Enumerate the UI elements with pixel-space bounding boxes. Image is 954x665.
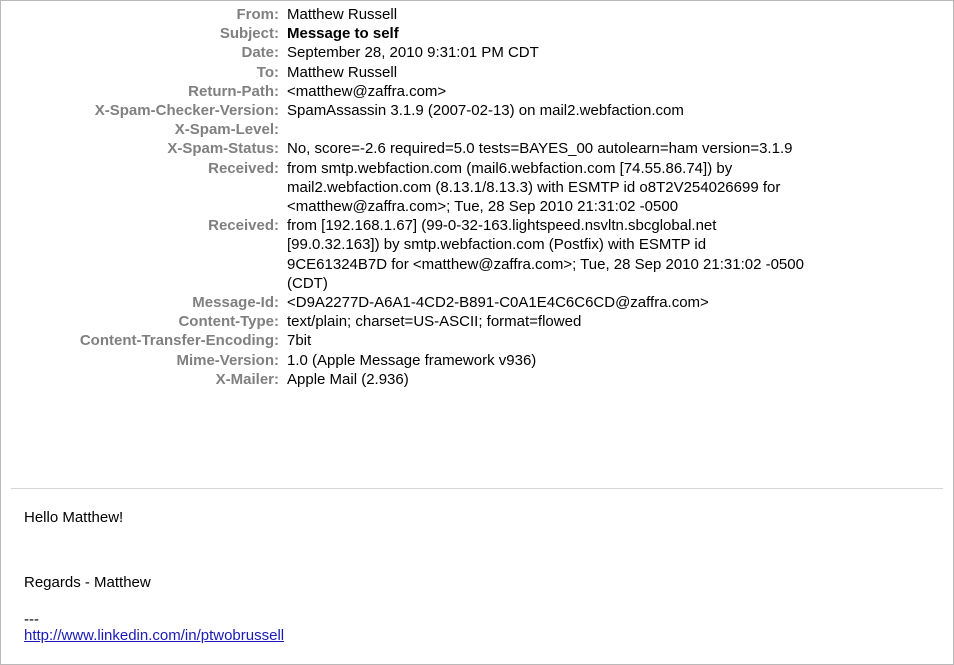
header-label: Received: — [208, 217, 279, 235]
email-headers: From: Matthew Russell Subject: Message t… — [1, 5, 953, 389]
header-label: To: — [256, 63, 279, 81]
header-value: Apple Mail (2.936) — [287, 370, 409, 388]
header-value: text/plain; charset=US-ASCII; format=flo… — [287, 313, 582, 331]
header-label: Subject: — [219, 25, 279, 43]
header-label: Mime-Version: — [176, 351, 279, 369]
body-greeting: Hello Matthew! — [24, 509, 124, 526]
header-value: No, score=-2.6 required=5.0 tests=BAYES_… — [287, 140, 793, 158]
header-value: <matthew@zaffra.com> — [287, 82, 447, 100]
header-row-return-path: Return-Path: <matthew@zaffra.com> — [1, 82, 953, 101]
header-row-x-spam-status: X-Spam-Status: No, score=-2.6 required=5… — [1, 139, 953, 158]
header-row-date: Date: September 28, 2010 9:31:01 PM CDT — [1, 43, 953, 62]
recipient-name[interactable]: Matthew Russell — [279, 63, 937, 82]
header-label: X-Spam-Level: — [174, 121, 279, 139]
header-value: from smtp.webfaction.com (mail6.webfacti… — [287, 159, 781, 216]
header-row-x-spam-level: X-Spam-Level: — [1, 120, 953, 139]
header-row-received: Received: from [192.168.1.67] (99-0-32-1… — [1, 216, 953, 293]
header-value: 7bit — [287, 332, 312, 350]
header-value: SpamAssassin 3.1.9 (2007-02-13) on mail2… — [287, 102, 684, 120]
header-row-x-spam-checker-version: X-Spam-Checker-Version: SpamAssassin 3.1… — [1, 101, 953, 120]
header-row-to: To: Matthew Russell — [1, 63, 953, 82]
header-label: X-Spam-Status: — [167, 140, 279, 158]
header-label: Message-Id: — [192, 294, 279, 312]
date-text: September 28, 2010 9:31:01 PM CDT — [287, 44, 539, 62]
header-label: Content-Type: — [178, 313, 279, 331]
header-body-divider — [11, 488, 943, 489]
header-row-content-type: Content-Type: text/plain; charset=US-ASC… — [1, 312, 953, 331]
header-row-mime-version: Mime-Version: 1.0 (Apple Message framewo… — [1, 351, 953, 370]
signature-link[interactable]: http://www.linkedin.com/in/ptwobrussell — [24, 626, 284, 646]
header-row-x-mailer: X-Mailer: Apple Mail (2.936) — [1, 370, 953, 389]
subject-text: Message to self — [287, 25, 399, 43]
header-label: X-Mailer: — [215, 370, 279, 388]
header-row-subject: Subject: Message to self — [1, 24, 953, 43]
header-row-content-transfer-encoding: Content-Transfer-Encoding: 7bit — [1, 331, 953, 350]
body-closing: Regards - Matthew — [24, 574, 151, 591]
header-label: X-Spam-Checker-Version: — [94, 102, 279, 120]
header-row-from: From: Matthew Russell — [1, 5, 953, 24]
email-message-view: From: Matthew Russell Subject: Message t… — [0, 0, 954, 665]
header-row-received: Received: from smtp.webfaction.com (mail… — [1, 159, 953, 217]
header-value: 1.0 (Apple Message framework v936) — [287, 351, 537, 369]
header-label: Return-Path: — [188, 82, 279, 100]
header-label: Content-Transfer-Encoding: — [79, 332, 279, 350]
sender-name[interactable]: Matthew Russell — [279, 5, 937, 24]
header-label: From: — [236, 6, 280, 23]
header-label: Received: — [208, 159, 279, 177]
header-row-message-id: Message-Id: <D9A2277D-A6A1-4CD2-B891-C0A… — [1, 293, 953, 312]
header-label: Date: — [241, 44, 279, 62]
header-value: <D9A2277D-A6A1-4CD2-B891-C0A1E4C6C6CD@za… — [287, 294, 709, 312]
header-value: from [192.168.1.67] (99-0-32-163.lightsp… — [287, 217, 804, 292]
